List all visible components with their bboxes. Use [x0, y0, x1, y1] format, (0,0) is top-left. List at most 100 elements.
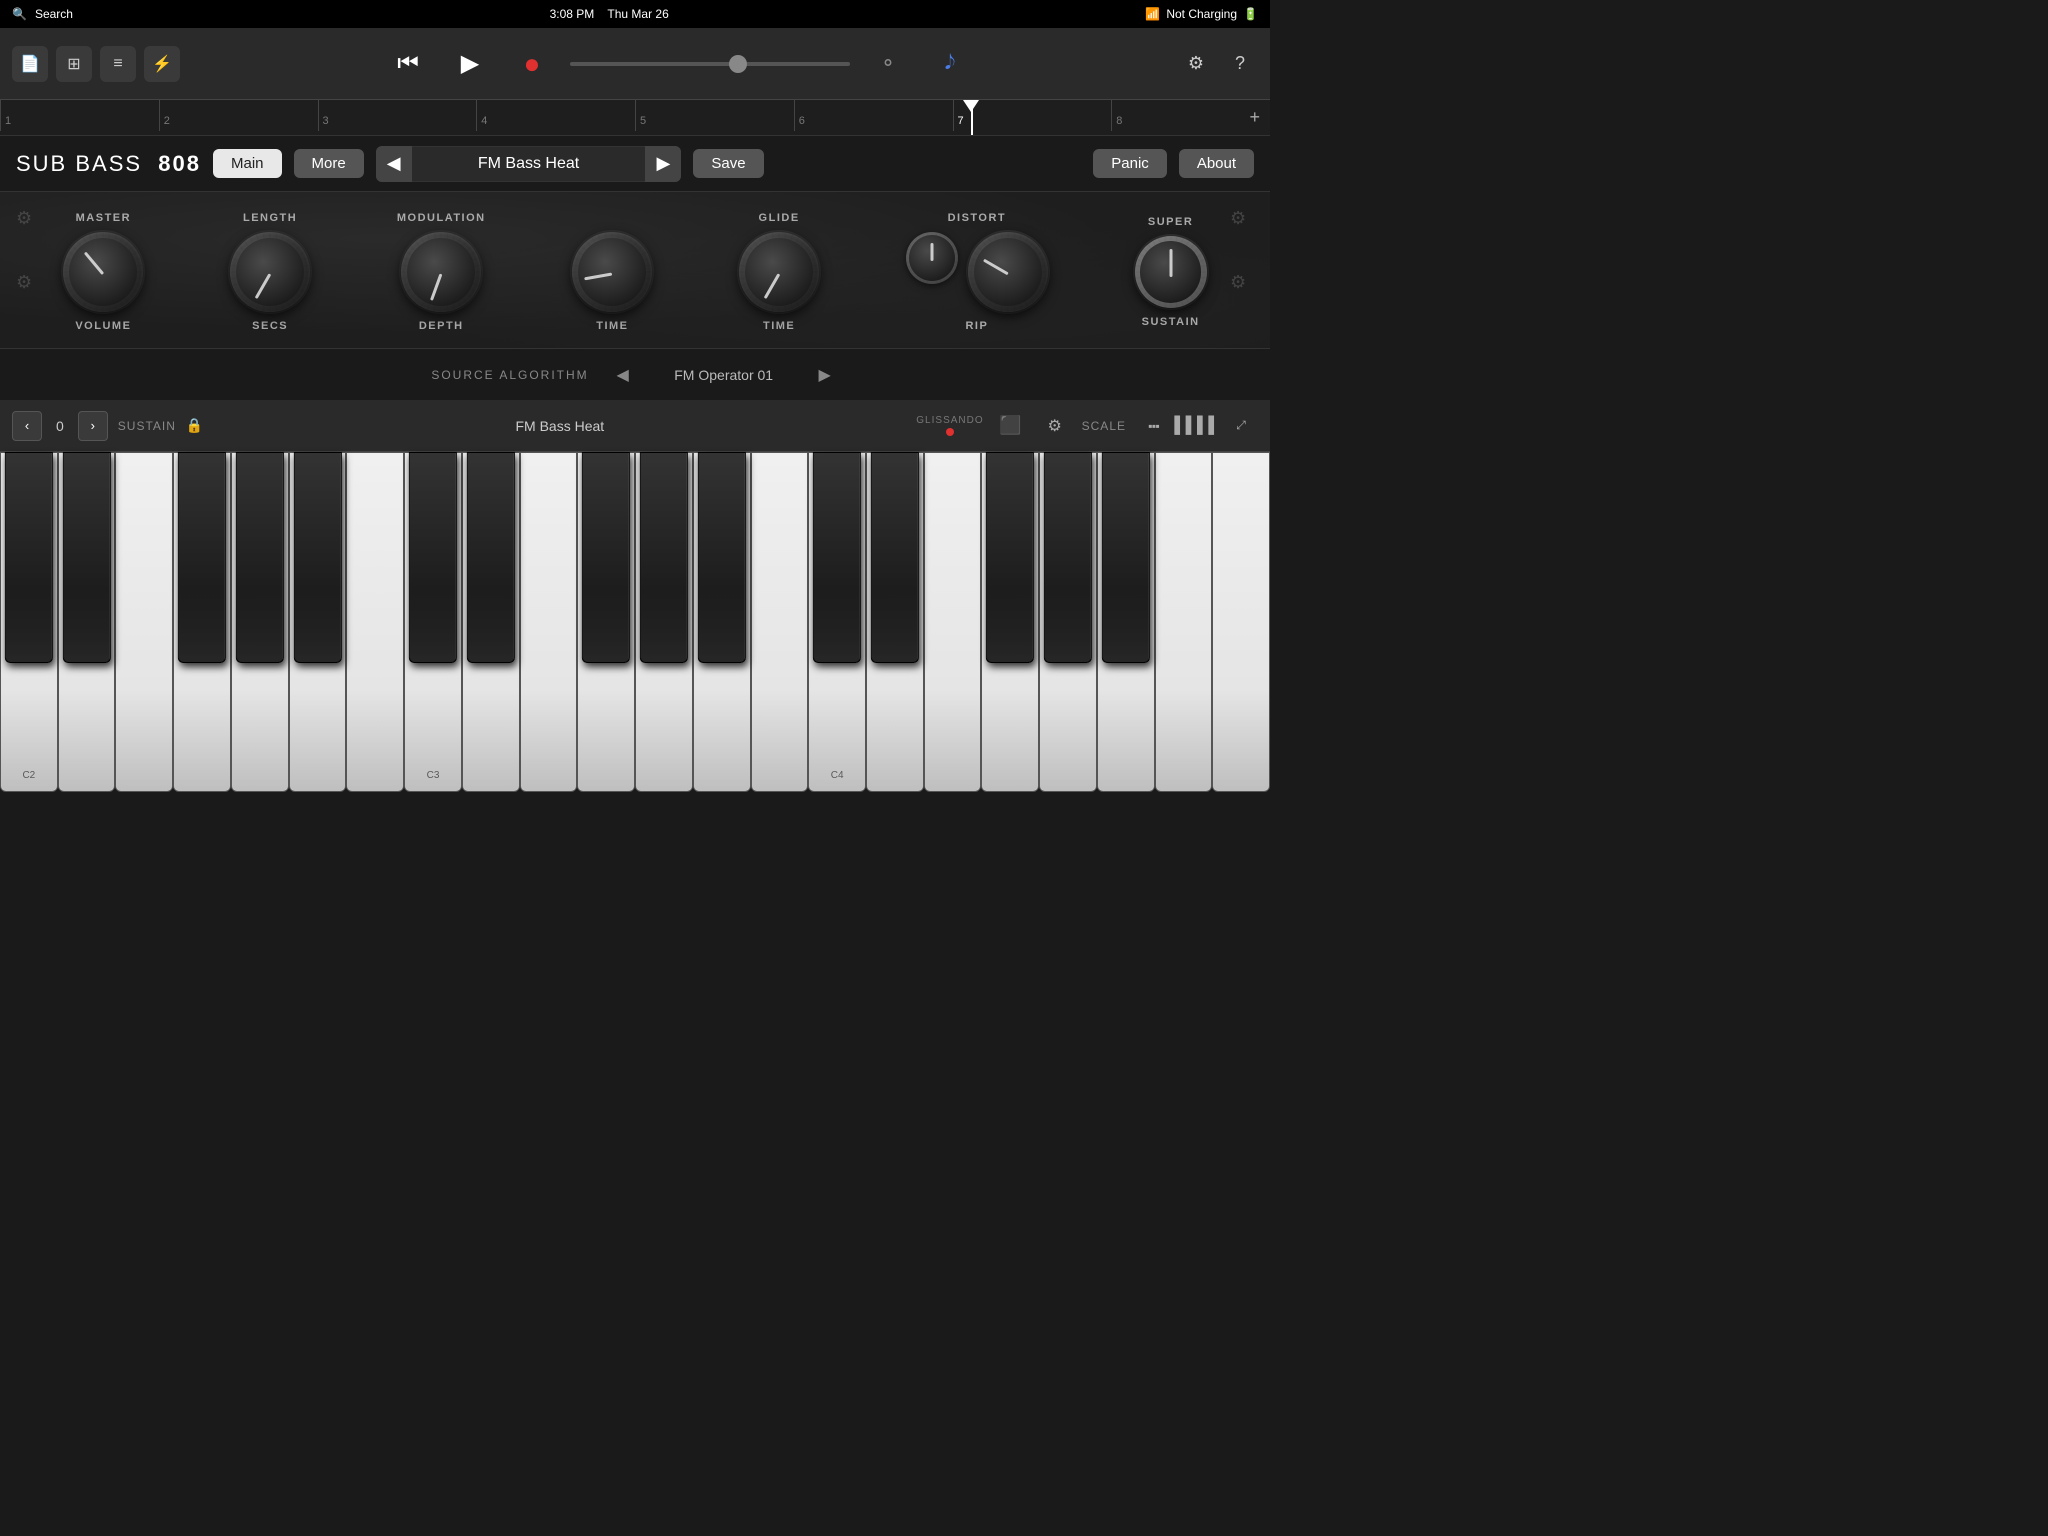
- master-volume-group: MASTER VOLUME: [63, 212, 143, 332]
- wifi-icon: 📶: [1145, 7, 1160, 21]
- distort-rip-small-knob[interactable]: [906, 232, 958, 284]
- master-volume-indicator: [84, 252, 104, 275]
- key-gs2[interactable]: [236, 452, 284, 663]
- super-sustain-knob-inner: [1140, 241, 1201, 302]
- about-button[interactable]: About: [1179, 149, 1254, 178]
- new-file-icon[interactable]: 📄: [12, 46, 48, 82]
- key-fs3[interactable]: [582, 452, 630, 663]
- modulation-time-knob[interactable]: [572, 232, 652, 312]
- controls-row: MASTER VOLUME LENGTH SECS MODULATION: [30, 212, 1240, 332]
- keyboard-settings-icon[interactable]: ⚙: [1038, 409, 1072, 443]
- preset-next-button[interactable]: ▶: [645, 146, 681, 182]
- keyboard-controls: ‹ 0 › SUSTAIN 🔒 FM Bass Heat GLISSANDO ⬛…: [0, 400, 1270, 452]
- grid-icon[interactable]: ⊞: [56, 46, 92, 82]
- key-e2[interactable]: [115, 452, 173, 792]
- master-volume-knob[interactable]: [63, 232, 143, 312]
- key-as3[interactable]: [697, 452, 745, 663]
- distort-rip-small-indicator: [930, 243, 933, 261]
- distort-label-top: DISTORT: [948, 212, 1007, 224]
- distort-group: DISTORT RIP: [906, 212, 1048, 332]
- key-ds2[interactable]: [62, 452, 110, 663]
- key-gs3[interactable]: [640, 452, 688, 663]
- super-label-top: SUPER: [1148, 216, 1193, 228]
- key-b3[interactable]: [751, 452, 809, 792]
- distort-rip-large-knob[interactable]: [968, 232, 1048, 312]
- keyboard-layout-icon[interactable]: ⬛: [994, 409, 1028, 443]
- key-e3[interactable]: [520, 452, 578, 792]
- key-cs3[interactable]: [409, 452, 457, 663]
- key-c4-label: C4: [831, 770, 844, 781]
- list-icon[interactable]: ≡: [100, 46, 136, 82]
- ruler-mark-8: 8: [1111, 100, 1270, 131]
- modulation-time-indicator: [585, 273, 613, 281]
- velocity-icon[interactable]: ▌▌▌▌: [1180, 409, 1214, 443]
- search-label: Search: [35, 7, 73, 21]
- algorithm-prev-button[interactable]: ◀: [609, 361, 637, 389]
- super-sustain-knob[interactable]: [1135, 236, 1207, 308]
- modulation-time-group: TIME: [572, 212, 652, 332]
- metronome-icon[interactable]: 𝅘𝅥𝅮: [926, 40, 974, 88]
- key-cs2[interactable]: [5, 452, 53, 663]
- resize-icon[interactable]: ⤢: [1224, 409, 1258, 443]
- main-button[interactable]: Main: [213, 149, 282, 178]
- transport-progress-thumb: [729, 55, 747, 73]
- preset-name: FM Bass Heat: [412, 147, 646, 181]
- octave-prev-button[interactable]: ‹: [12, 411, 42, 441]
- key-ds3[interactable]: [467, 452, 515, 663]
- kb-preset-name: FM Bass Heat: [213, 418, 906, 434]
- master-label-bottom: VOLUME: [75, 320, 131, 332]
- length-secs-group: LENGTH SECS: [230, 212, 310, 332]
- help-icon[interactable]: ?: [1222, 46, 1258, 82]
- transport-icons-right: ⚙ ?: [1178, 46, 1258, 82]
- length-label-bottom: SECS: [252, 320, 288, 332]
- super-sustain-indicator: [1169, 249, 1172, 277]
- key-as2[interactable]: [293, 452, 341, 663]
- loop-icon[interactable]: ⚬: [864, 40, 912, 88]
- lock-icon: 🔒: [186, 417, 203, 434]
- algorithm-label: SOURCE ALGORITHM: [431, 368, 588, 382]
- super-sustain-group: SUPER SUSTAIN: [1135, 216, 1207, 328]
- key-fs4[interactable]: [986, 452, 1034, 663]
- glide-time-indicator: [764, 273, 781, 299]
- save-button[interactable]: Save: [693, 149, 763, 178]
- algorithm-next-button[interactable]: ▶: [811, 361, 839, 389]
- piano-container: C2 C3 C4: [0, 452, 1270, 792]
- scale-pattern-icon[interactable]: ▪ ▪ ▪: [1136, 409, 1170, 443]
- master-volume-knob-inner: [69, 238, 137, 306]
- settings-icon[interactable]: ⚙: [1178, 46, 1214, 82]
- key-c2-label: C2: [22, 770, 35, 781]
- ruler-mark-3: 3: [318, 100, 477, 131]
- plugin-header: SUB BASS 808 Main More ◀ FM Bass Heat ▶ …: [0, 136, 1270, 192]
- transport-center: ⏮ ▶ ● ⚬ 𝅘𝅥𝅮: [190, 40, 1168, 88]
- length-secs-knob[interactable]: [230, 232, 310, 312]
- key-c5[interactable]: [1212, 452, 1270, 792]
- glide-time-knob[interactable]: [739, 232, 819, 312]
- corner-icon-bl: ⚙: [16, 272, 40, 296]
- panic-button[interactable]: Panic: [1093, 149, 1167, 178]
- octave-next-button[interactable]: ›: [78, 411, 108, 441]
- key-b4[interactable]: [1155, 452, 1213, 792]
- key-e4[interactable]: [924, 452, 982, 792]
- key-as4[interactable]: [1102, 452, 1150, 663]
- ruler: 1 2 3 4 5 6 7 8 +: [0, 100, 1270, 136]
- key-gs4[interactable]: [1044, 452, 1092, 663]
- key-ds4[interactable]: [871, 452, 919, 663]
- glide-label-bottom: TIME: [763, 320, 795, 332]
- record-button[interactable]: ●: [508, 40, 556, 88]
- key-fs2[interactable]: [178, 452, 226, 663]
- length-secs-knob-inner: [236, 238, 304, 306]
- master-label-top: MASTER: [76, 212, 131, 224]
- corner-icon-tr: ⚙: [1230, 208, 1254, 232]
- mixer-icon[interactable]: ⚡: [144, 46, 180, 82]
- more-button[interactable]: More: [294, 149, 364, 178]
- key-cs4[interactable]: [813, 452, 861, 663]
- status-right: 📶 Not Charging 🔋: [1145, 7, 1258, 21]
- transport-progress[interactable]: [570, 62, 850, 66]
- preset-prev-button[interactable]: ◀: [376, 146, 412, 182]
- play-button[interactable]: ▶: [446, 40, 494, 88]
- rewind-button[interactable]: ⏮: [384, 40, 432, 88]
- piano-keyboard: C2 C3 C4: [0, 452, 1270, 792]
- ruler-add-button[interactable]: +: [1249, 107, 1260, 128]
- key-b2[interactable]: [346, 452, 404, 792]
- modulation-depth-knob[interactable]: [401, 232, 481, 312]
